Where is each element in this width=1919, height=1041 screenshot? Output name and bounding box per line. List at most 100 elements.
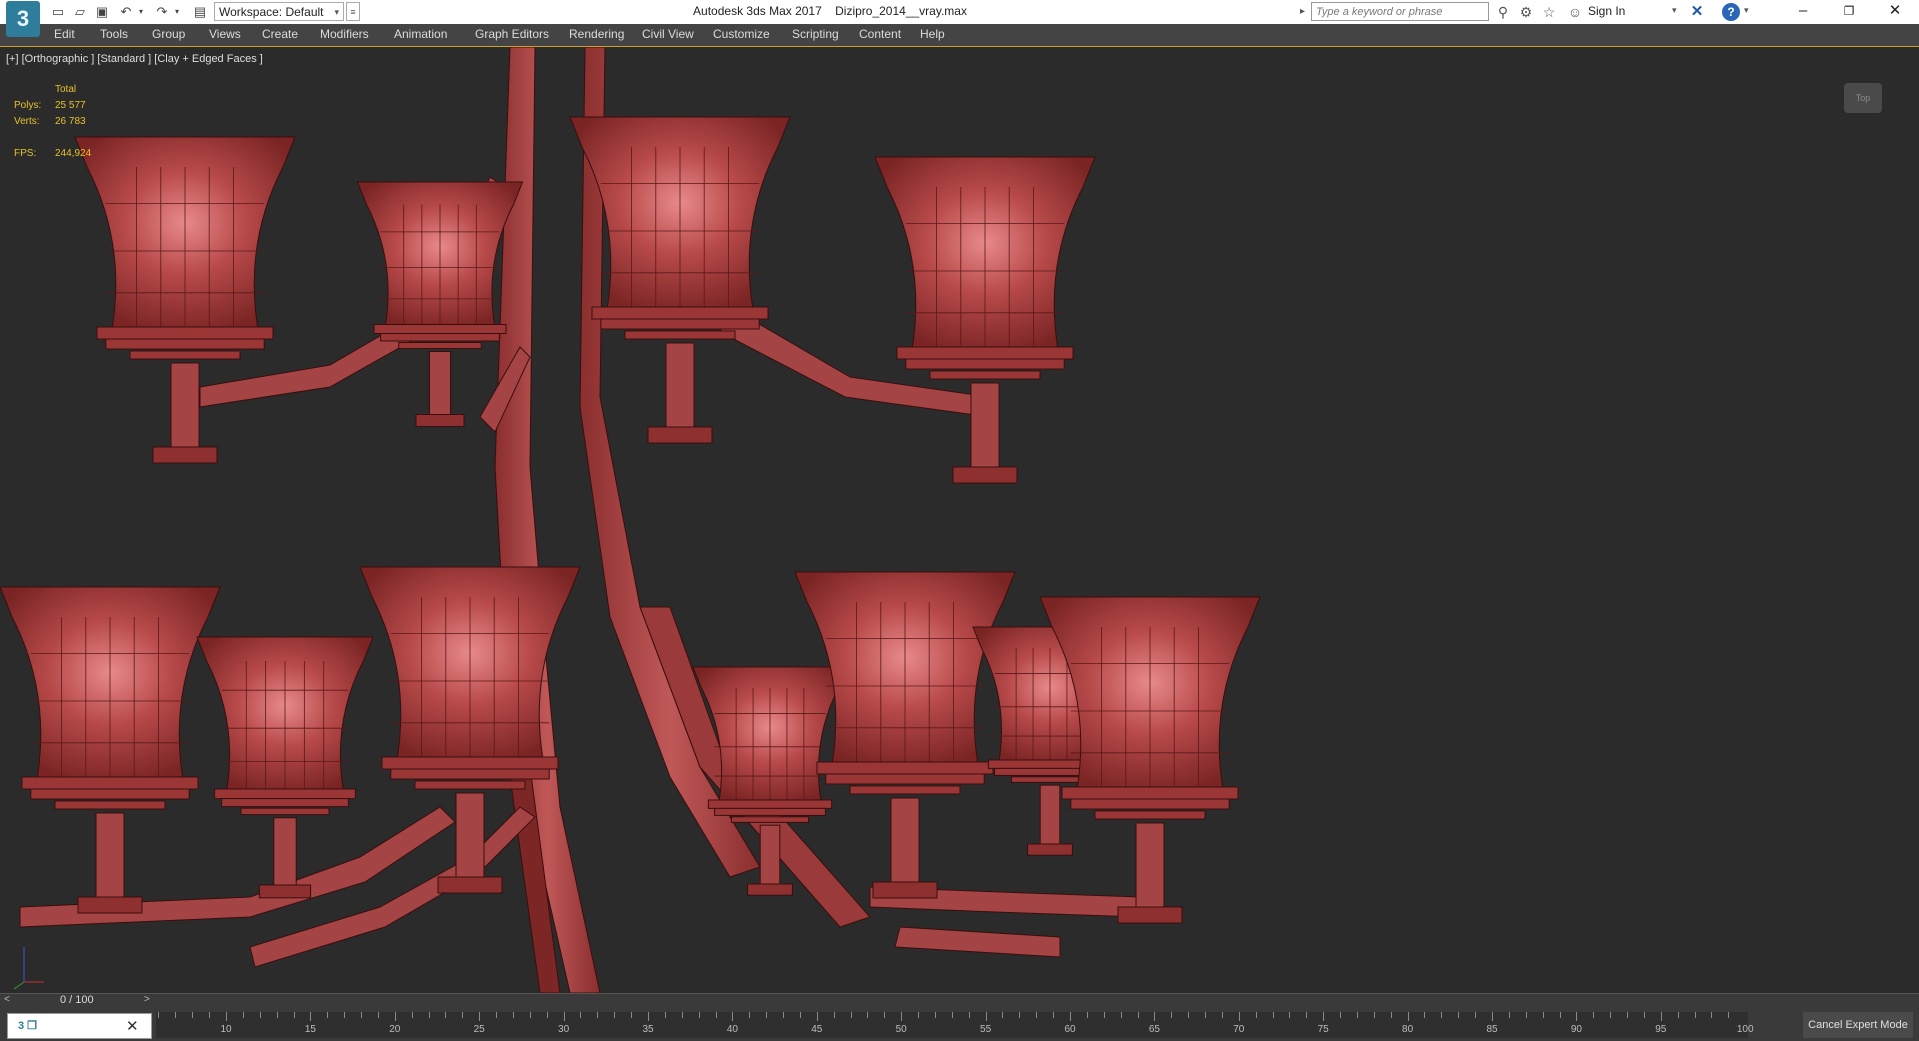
stats-polys-label: Polys: (14, 100, 42, 111)
menu-create[interactable]: Create (262, 27, 298, 41)
timeline-tick (209, 1012, 211, 1018)
timeline-tick (783, 1012, 785, 1018)
timeline-tick-label: 85 (1486, 1024, 1498, 1035)
app-small-icon: 3 ❐ (18, 1020, 38, 1032)
chevron-down-icon[interactable]: ▾ (1744, 5, 1749, 16)
timeline-tick-label: 20 (389, 1024, 401, 1035)
candle-cup (874, 156, 1096, 484)
exchange-icon[interactable]: ⚙ (1517, 3, 1535, 21)
timeline-tick (546, 1012, 548, 1018)
timeline-tick (1492, 1012, 1493, 1021)
timeline-tick (1340, 1012, 1342, 1018)
timeline-tick (479, 1012, 481, 1021)
minimized-window-button[interactable]: 3 ❐ ✕ (7, 1013, 152, 1039)
timeline-tick (175, 1012, 177, 1018)
close-icon[interactable]: ✕ (126, 1017, 139, 1035)
timeline-tick (816, 1012, 818, 1021)
viewport-orthographic[interactable]: [+] [Orthographic ] [Standard ] [Clay + … (0, 47, 1919, 993)
chevron-down-icon[interactable]: ▾ (1672, 5, 1677, 16)
timeline-tick (1576, 1012, 1578, 1021)
timeline-tick (394, 1012, 396, 1021)
time-slider[interactable]: < 0 / 100 > (0, 993, 1919, 1008)
user-icon[interactable]: ☺ (1566, 3, 1584, 21)
timeline-tick-label: 90 (1570, 1024, 1582, 1035)
timeline-tick (1508, 1012, 1510, 1018)
time-slider-prev-button[interactable]: < (4, 994, 10, 1005)
viewport-label[interactable]: [+] [Orthographic ] [Standard ] [Clay + … (6, 53, 263, 65)
menu-help[interactable]: Help (920, 27, 945, 41)
timeline-tick (428, 1012, 430, 1018)
search-expand-icon[interactable]: ▸ (1300, 4, 1310, 20)
timeline-tick (597, 1012, 599, 1018)
timeline-tick (867, 1012, 869, 1018)
timeline-tick (1086, 1012, 1088, 1018)
timeline-tick (1070, 1012, 1071, 1021)
menu-views[interactable]: Views (209, 27, 241, 41)
menu-scripting[interactable]: Scripting (792, 27, 839, 41)
menu-customize[interactable]: Customize (713, 27, 770, 41)
sign-in-button[interactable]: Sign In (1588, 4, 1625, 18)
menu-graph-editors[interactable]: Graph Editors (475, 27, 549, 41)
timeline-tick (901, 1012, 903, 1021)
timeline-tick (918, 1012, 920, 1018)
search-input[interactable]: Type a keyword or phrase (1311, 2, 1489, 21)
close-button[interactable]: ✕ (1872, 0, 1918, 24)
title-bar: 3 ▭ ▱ ▣ ↶ ▾ ↷ ▾ ▤ Workspace: Default ▾ ≡… (0, 0, 1919, 37)
stats-fps-value: 244,924 (55, 148, 92, 159)
binoculars-icon[interactable]: ⚲ (1494, 3, 1512, 21)
timeline-tick (226, 1012, 227, 1021)
stats-polys-value: 25 577 (55, 100, 86, 111)
timeline-tick (242, 1012, 244, 1018)
candle-cup (74, 136, 296, 464)
timeline-tick (1036, 1012, 1038, 1018)
timeline-tick (1711, 1012, 1713, 1018)
restore-button[interactable]: ❐ (1826, 0, 1872, 24)
timeline-tick (496, 1012, 498, 1018)
menu-tools[interactable]: Tools (100, 27, 128, 41)
menu-civil-view[interactable]: Civil View (642, 27, 694, 41)
timeline-tick (1559, 1012, 1561, 1018)
timeline-tick (1373, 1012, 1375, 1018)
timeline-tick-label: 45 (811, 1024, 823, 1035)
timeline-tick (1120, 1012, 1122, 1018)
timeline-tick (411, 1012, 413, 1018)
timeline-tick (1002, 1012, 1004, 1018)
viewcube[interactable]: Top (1844, 83, 1882, 113)
timeline-tick (850, 1012, 852, 1018)
menu-content[interactable]: Content (859, 27, 901, 41)
menu-rendering[interactable]: Rendering (569, 27, 624, 41)
timeline-tick-label: 95 (1655, 1024, 1667, 1035)
timeline-tick (344, 1012, 346, 1018)
timeline-tick (192, 1012, 194, 1018)
menu-animation[interactable]: Animation (394, 27, 447, 41)
timeline-tick (445, 1012, 447, 1018)
favorites-star-icon[interactable]: ☆ (1540, 3, 1558, 21)
menu-group[interactable]: Group (152, 27, 185, 41)
timeline-tick (1660, 1012, 1662, 1021)
timeline-tick-label: 55 (980, 1024, 992, 1035)
chandelier-model[interactable] (0, 47, 1919, 993)
timeline-tick (1205, 1012, 1207, 1018)
timeline-tick-label: 65 (1148, 1024, 1160, 1035)
app-logo-icon[interactable]: 3 (6, 1, 40, 37)
timeline-tick (1694, 1012, 1696, 1018)
time-slider-next-button[interactable]: > (144, 994, 150, 1005)
candle-cups (0, 116, 1261, 924)
candle-cup (0, 586, 221, 914)
timeline-tick (1289, 1012, 1291, 1018)
timeline-tick (766, 1012, 768, 1018)
timeline-tick (1255, 1012, 1257, 1018)
frame-counter[interactable]: 0 / 100 (60, 994, 94, 1006)
x-exchange-icon[interactable]: ✕ (1688, 3, 1706, 21)
timeline-tick-label: 80 (1402, 1024, 1414, 1035)
timeline-tick (158, 1012, 160, 1018)
cancel-expert-mode-button[interactable]: Cancel Expert Mode (1803, 1012, 1913, 1038)
help-icon[interactable]: ? (1722, 3, 1740, 21)
menu-modifiers[interactable]: Modifiers (320, 27, 369, 41)
timeline-track[interactable]: 10 15 20 25 30 35 40 45 50 55 60 65 70 75 80 85 90 95 100 (156, 1012, 1754, 1038)
timeline-tick (1728, 1012, 1730, 1018)
timeline-tick (293, 1012, 295, 1018)
minimize-button[interactable]: – (1780, 0, 1826, 24)
timeline-tick (377, 1012, 379, 1018)
menu-edit[interactable]: Edit (54, 27, 75, 41)
